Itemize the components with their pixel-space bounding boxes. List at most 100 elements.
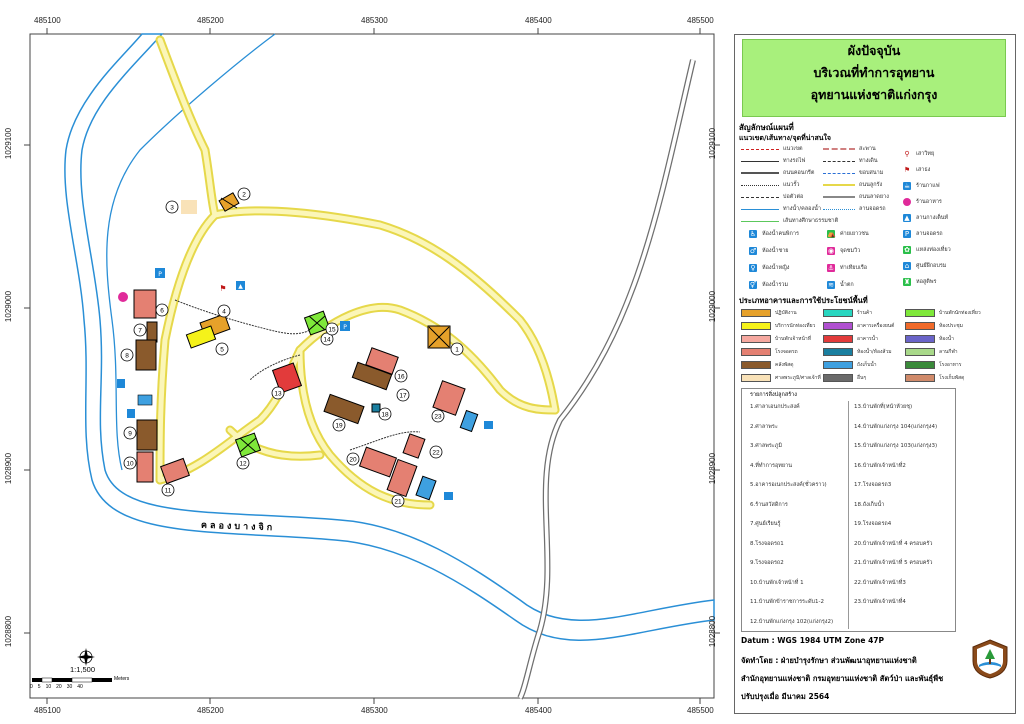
restroom-icon[interactable] — [127, 409, 135, 418]
building-list-title: รายการสิ่งปลูกสร้าง — [750, 392, 797, 398]
building-10[interactable] — [136, 451, 154, 483]
building-type-label: ห้องน้ำ — [939, 336, 954, 342]
building-list-item: 17.โรงจอดรถ3 — [854, 482, 892, 488]
svg-text:21: 21 — [394, 499, 402, 506]
scale-tick: 0 — [30, 684, 33, 690]
label-5: 5 — [215, 342, 229, 356]
svg-text:15: 15 — [328, 327, 336, 334]
restroom-icon[interactable] — [117, 379, 125, 388]
legend-icon-item: ⚑ เสาธง — [903, 165, 931, 175]
radio-tower-icon: ⚲ — [904, 150, 910, 158]
svg-text:5: 5 — [220, 347, 224, 354]
scale-tick: 20 — [56, 684, 62, 690]
legend-line-label: ทางรถไฟ — [783, 158, 806, 164]
legend-panel: ผังปัจจุบัน บริเวณที่ทำการอุทยาน อุทยานแ… — [734, 34, 1016, 714]
camping-icon: ▲ — [903, 214, 911, 222]
building-type-item: ห้องน้ำ — [905, 335, 954, 343]
coffee-icon: ☕ — [903, 182, 911, 190]
building-7[interactable] — [146, 321, 158, 343]
svg-text:6: 6 — [160, 308, 164, 315]
legend-poi-item: ♿ ห้องน้ำคนพิการ — [749, 229, 799, 239]
building-list-item: 5.อาคารอเนกประสงค์(ชั่วคราว) — [750, 482, 827, 488]
legend-icon-item: ☕ ร้านกาแฟ — [903, 181, 940, 191]
label-15: 15 — [325, 322, 339, 336]
building-type-label: ศาลพระภูมิ/ศาลเจ้าที่ — [775, 375, 821, 381]
female-restroom-icon: ♀ — [749, 264, 757, 272]
legend-icon-item: ♜ หอสูติพร — [903, 277, 936, 287]
svg-text:23: 23 — [434, 414, 442, 421]
building-types-title: ประเภทอาคารและการใช้ประโยชน์พื้นที่ — [739, 296, 868, 305]
restroom-icon[interactable] — [484, 421, 493, 429]
scale-tick: 40 — [77, 684, 83, 690]
legend-icon-item: ▲ ลานกางเต็นท์ — [903, 213, 948, 223]
building-type-label: ลานกีฬา — [939, 349, 958, 355]
building-type-label: บ้านพักนักท่องเที่ยว — [939, 310, 981, 316]
building-list-item: 10.บ้านพักเจ้าหน้าที่ 1 — [750, 579, 804, 586]
svg-text:7: 7 — [138, 328, 142, 335]
coord-bottom-2: 485200 — [197, 706, 224, 715]
label-22: 22 — [429, 445, 443, 459]
building-18[interactable] — [371, 403, 381, 413]
restroom-icon[interactable] — [444, 492, 453, 500]
legend-line-item: ขอบสนาม — [823, 168, 883, 178]
coord-right-4: 1028800 — [708, 615, 718, 648]
camping-icon-glyph: ▲ — [238, 283, 243, 290]
building-type-swatch — [905, 348, 935, 356]
building-type-item: โรงจอดรถ — [741, 348, 798, 356]
flag-icon: ⚑ — [219, 284, 226, 293]
building-list-item: 16.บ้านพักเจ้าหน้าที่2 — [854, 462, 906, 469]
building-list-item: 18.ถังเก็บน้ำ — [854, 501, 885, 508]
viewpoint-icon: ◉ — [827, 247, 835, 255]
building-8[interactable] — [135, 339, 157, 371]
building-type-label: ถังเก็บน้ำ — [857, 362, 877, 368]
coord-right-2: 1029000 — [708, 290, 718, 323]
building-type-item: โรงเก็บพัสดุ — [905, 374, 964, 382]
building-9[interactable] — [136, 419, 158, 451]
restaurant-icon[interactable] — [118, 292, 128, 302]
label-18: 18 — [378, 407, 392, 421]
building-list-item: 1.ศาลาเอนกประสงค์ — [750, 404, 800, 410]
building-type-label: บ้านพักเจ้าหน้าที่ — [775, 336, 811, 342]
legend-line-item: ลานจอดรถ — [823, 204, 886, 214]
legend-line-item: ทางรถไฟ — [741, 156, 805, 166]
updated-date: ปรับปรุงเมื่อ มีนาคม 2564 — [741, 692, 830, 701]
legend-line-label: ถนนคอนกรีต — [783, 170, 815, 176]
label-19: 19 — [332, 418, 346, 432]
scale-tick: 10 — [45, 684, 52, 690]
coord-bottom-1: 485100 — [34, 706, 61, 715]
building-list-item: 22.บ้านพักเจ้าหน้าที่3 — [854, 579, 906, 586]
water-tank-icon[interactable] — [137, 394, 153, 406]
building-list-item: 20.บ้านพักเจ้าหน้าที่ 4 ครอบครัว — [854, 540, 933, 547]
legend-line-item: สะพาน — [823, 144, 876, 154]
legend-poi-item: ⛺ ค่ายเยาวชน — [827, 229, 869, 239]
building-type-label: อาคารน้ำ — [857, 336, 878, 342]
building-3[interactable] — [181, 200, 197, 214]
building-type-swatch — [823, 348, 853, 356]
building-type-swatch — [823, 322, 853, 330]
label-13: 13 — [271, 386, 285, 400]
building-type-swatch — [741, 322, 771, 330]
building-list-item: 7.ศูนย์เรียนรู้ — [750, 521, 781, 527]
made-by-line-2: สำนักอุทยานแห่งชาติ กรมอุทยานแห่งชาติ สั… — [741, 674, 944, 683]
building-type-item: คลังพัสดุ — [741, 361, 793, 369]
svg-text:22: 22 — [432, 450, 440, 457]
building-6[interactable] — [133, 289, 157, 319]
building-list-item: 11.บ้านพักข้าราชการระดับ1-2 — [750, 599, 824, 605]
building-type-swatch — [905, 374, 935, 382]
label-4: 4 — [217, 304, 231, 318]
label-6: 6 — [155, 303, 169, 317]
line-swatch — [823, 196, 855, 198]
legend-line-item: แนวเขต — [741, 144, 803, 154]
building-type-swatch — [823, 361, 853, 369]
legend-poi-label: ท่าเทียบเรือ — [840, 265, 868, 271]
svg-text:19: 19 — [335, 423, 343, 430]
building-type-swatch — [741, 309, 771, 317]
building-type-swatch — [823, 374, 853, 382]
building-type-item: อาคารเครื่องยนต์ — [823, 322, 894, 330]
building-type-item: ถังเก็บน้ำ — [823, 361, 877, 369]
building-list-item: 3.ศาลพระภูมิ — [750, 443, 782, 449]
legend-poi-item: ≋ น้ำตก — [827, 280, 854, 290]
building-list-divider — [848, 401, 849, 629]
coord-left-1: 1029100 — [4, 127, 14, 160]
legend-line-label: สะพาน — [859, 146, 876, 152]
